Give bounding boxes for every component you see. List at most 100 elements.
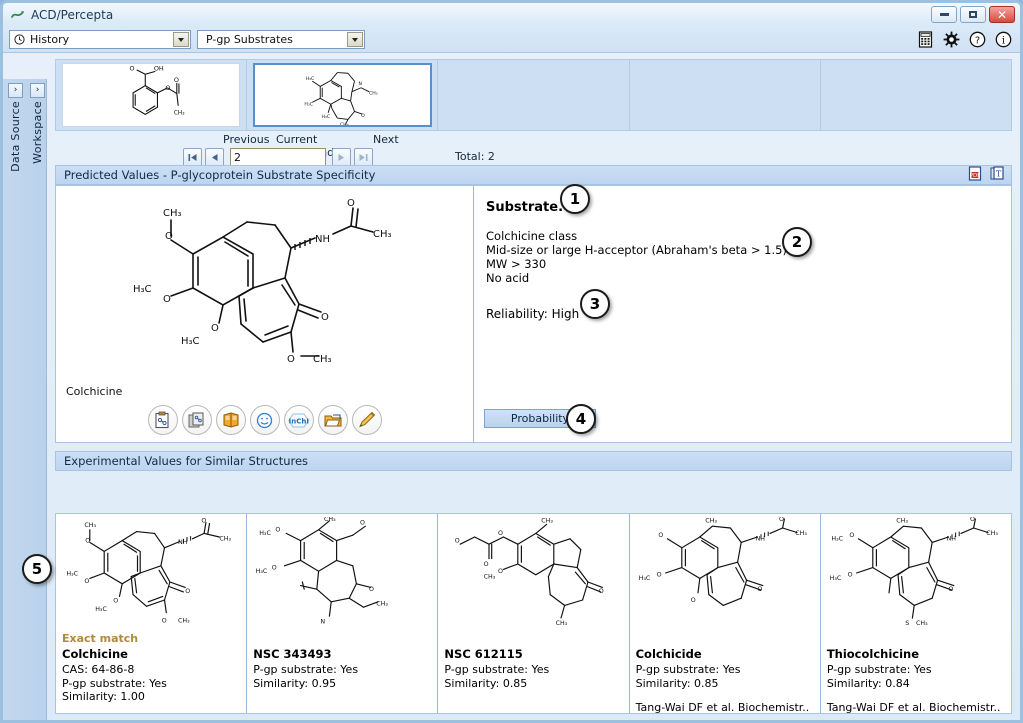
similar-structure-card[interactable]: CH₃ O H₃C O H₃C O O N CH₃ NSC 343493 P-gp … <box>247 514 439 713</box>
smiles-icon[interactable] <box>249 405 280 435</box>
svg-text:CH₃: CH₃ <box>313 354 332 365</box>
svg-text:O: O <box>691 597 696 604</box>
app-logo-icon <box>11 8 25 22</box>
toolbar-icon-group: ? i <box>917 31 1012 48</box>
svg-text:CH₃: CH₃ <box>84 522 96 529</box>
card-compound-name: NSC 343493 <box>253 647 332 661</box>
sidetab-data-source-label: Data Source <box>9 101 22 172</box>
expand-icon[interactable]: › <box>30 83 45 98</box>
card-similarity: Similarity: 0.85 <box>635 676 719 690</box>
card-substrate: P-gp substrate: Yes <box>253 663 359 676</box>
dictionary-icon[interactable] <box>215 405 246 435</box>
exact-match-badge <box>630 632 820 646</box>
reference-item: Tang-Wai DF et al. Biochemistr.. <box>635 701 810 713</box>
svg-text:H₃C: H₃C <box>256 568 268 575</box>
svg-text:O: O <box>163 294 171 305</box>
svg-text:H₃C: H₃C <box>95 606 107 613</box>
help-icon[interactable]: ? <box>969 31 986 48</box>
thumbnail-structure-colchicine: H₃C H₃C H₃C N CH₃ O CH₃ <box>252 62 432 128</box>
svg-text:CH₃: CH₃ <box>705 518 717 525</box>
expand-icon[interactable]: › <box>8 83 23 98</box>
svg-text:NH: NH <box>315 234 330 245</box>
card-similarity: Similarity: 0.95 <box>253 676 337 690</box>
thumbnail-item[interactable] <box>821 60 1011 130</box>
copy-structure-icon[interactable] <box>181 405 212 435</box>
similar-structure-card[interactable]: CH₃ O H₃C O H₃C O NH O CH₃ S CH₃ Thiocolchici… <box>821 514 1011 713</box>
svg-text:H₃C: H₃C <box>306 76 315 82</box>
svg-text:O: O <box>360 519 365 526</box>
previous-label: Previous <box>223 133 270 146</box>
title-bar: ACD/Percepta ✕ <box>3 3 1020 27</box>
thumbnail-empty <box>827 63 1006 127</box>
prediction-info-pane: Substrate. Colchicine class Mid-size or … <box>474 186 1011 442</box>
svg-text:H₃C: H₃C <box>322 114 331 120</box>
similar-structure-card[interactable]: CH₃ O O CH₃ O O O CH₃ NSC 612115 P-gp sub… <box>438 514 630 713</box>
export-text-icon[interactable]: T <box>990 166 1005 184</box>
card-substrate: P-gp substrate: Yes <box>444 663 550 676</box>
svg-text:NH: NH <box>947 536 957 543</box>
card-references: Tang-Wai DF et al. Biochemistr.. Gelmi M… <box>821 701 1011 713</box>
info-icon[interactable]: i <box>995 31 1012 48</box>
reliability-label: Reliability: High <box>486 307 580 321</box>
svg-text:CH₃: CH₃ <box>541 518 553 525</box>
gear-icon[interactable] <box>943 31 960 48</box>
window-controls: ✕ <box>931 6 1015 23</box>
paste-structure-icon[interactable] <box>147 405 178 435</box>
inchi-icon[interactable]: InChI <box>283 405 314 435</box>
exact-match-badge: Exact match <box>62 632 139 645</box>
sidetab-data-source[interactable]: › Data Source <box>6 83 25 172</box>
svg-text:O: O <box>84 578 89 585</box>
svg-text:NH: NH <box>755 536 765 543</box>
svg-text:CH₃: CH₃ <box>219 536 231 543</box>
edit-structure-icon[interactable] <box>351 405 382 435</box>
app-title: ACD/Percepta <box>31 8 114 22</box>
svg-text:H₃C: H₃C <box>831 536 843 543</box>
card-compound-name: NSC 612115 <box>444 647 523 661</box>
open-file-icon[interactable] <box>317 405 348 435</box>
svg-text:H₃C: H₃C <box>181 336 200 347</box>
sidetab-workspace[interactable]: › Workspace <box>28 83 47 164</box>
similar-structure-card[interactable]: CH₃ O O H₃C O O NH O CH₃ Colchicide P-gp su… <box>630 514 821 713</box>
rule-item: MW > 330 <box>486 257 547 271</box>
module-combo[interactable]: P-gp Substrates <box>197 30 365 49</box>
svg-text:T: T <box>996 170 1002 179</box>
svg-text:O: O <box>658 532 663 539</box>
svg-text:O: O <box>113 598 118 605</box>
export-pdf-icon[interactable]: PDF <box>968 166 983 184</box>
svg-text:CH₃: CH₃ <box>369 90 378 96</box>
callout-badge-3: 3 <box>580 289 610 319</box>
thumbnail-item[interactable] <box>438 60 630 130</box>
minimize-button[interactable] <box>931 6 957 23</box>
svg-text:O: O <box>483 561 488 568</box>
svg-text:O: O <box>211 323 219 334</box>
svg-text:CH₃: CH₃ <box>986 530 998 537</box>
rule-item: No acid <box>486 271 530 285</box>
similar-structures-grid: CH₃ O H₃C O O H₃C O CH₃ O NH O CH₃ Exact match… <box>55 513 1012 714</box>
svg-text:H₃C: H₃C <box>133 284 152 295</box>
thumbnail-item[interactable]: O OH O O CH₃ <box>56 60 248 130</box>
thumbnail-item[interactable] <box>630 60 821 130</box>
history-combo-arrow-icon[interactable] <box>173 32 189 47</box>
svg-text:i: i <box>1002 35 1005 46</box>
svg-text:CH₃: CH₃ <box>373 229 392 240</box>
svg-text:O: O <box>361 113 365 119</box>
module-combo-arrow-icon[interactable] <box>347 32 363 47</box>
similar-structure-card[interactable]: CH₃ O H₃C O O H₃C O CH₃ O NH O CH₃ Exact match… <box>56 514 248 713</box>
history-combo-value: History <box>30 33 70 46</box>
maximize-button[interactable] <box>960 6 986 23</box>
maximize-icon <box>969 11 977 18</box>
svg-text:?: ? <box>975 35 980 46</box>
svg-text:CH₃: CH₃ <box>163 208 182 219</box>
card-compound-name: Thiocolchicine <box>826 647 920 661</box>
thumbnail-item[interactable]: H₃C H₃C H₃C N CH₃ O CH₃ <box>247 60 439 130</box>
svg-text:NH: NH <box>178 539 188 546</box>
experimental-values-title: Experimental Values for Similar Structur… <box>64 454 309 468</box>
svg-text:O: O <box>85 537 90 544</box>
module-combo-value: P-gp Substrates <box>206 33 293 46</box>
calculator-icon[interactable] <box>917 31 934 48</box>
card-compound-name: Colchicide <box>635 647 702 661</box>
close-button[interactable]: ✕ <box>989 6 1015 23</box>
svg-text:O: O <box>276 527 281 534</box>
history-combo[interactable]: History <box>9 30 191 49</box>
svg-text:CH₃: CH₃ <box>896 518 908 525</box>
